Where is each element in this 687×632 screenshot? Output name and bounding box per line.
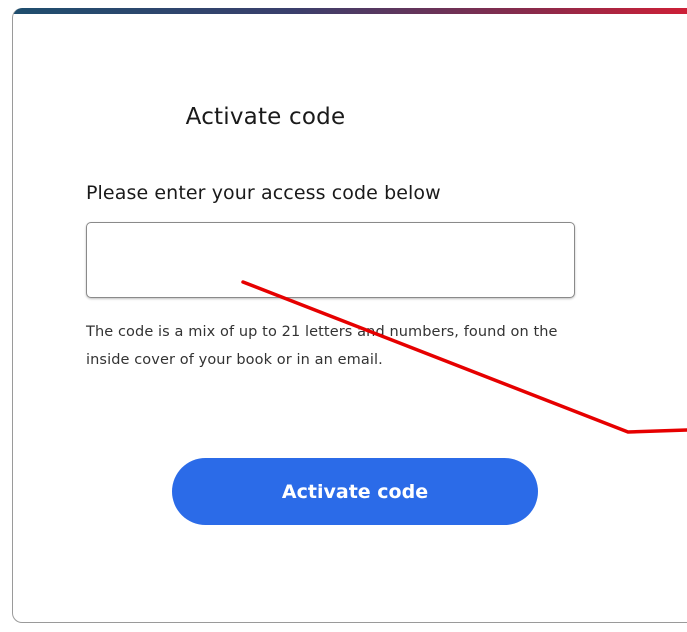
page: Activate code Please enter your access c… — [0, 0, 687, 632]
access-code-label: Please enter your access code below — [86, 182, 441, 204]
activate-code-card: Activate code Please enter your access c… — [12, 8, 687, 623]
activate-code-button[interactable]: Activate code — [172, 458, 538, 525]
access-code-help-text: The code is a mix of up to 21 letters an… — [86, 324, 558, 368]
card-title: Activate code — [185, 104, 346, 130]
card-accent-bar — [13, 8, 687, 14]
access-code-input[interactable] — [86, 222, 575, 298]
